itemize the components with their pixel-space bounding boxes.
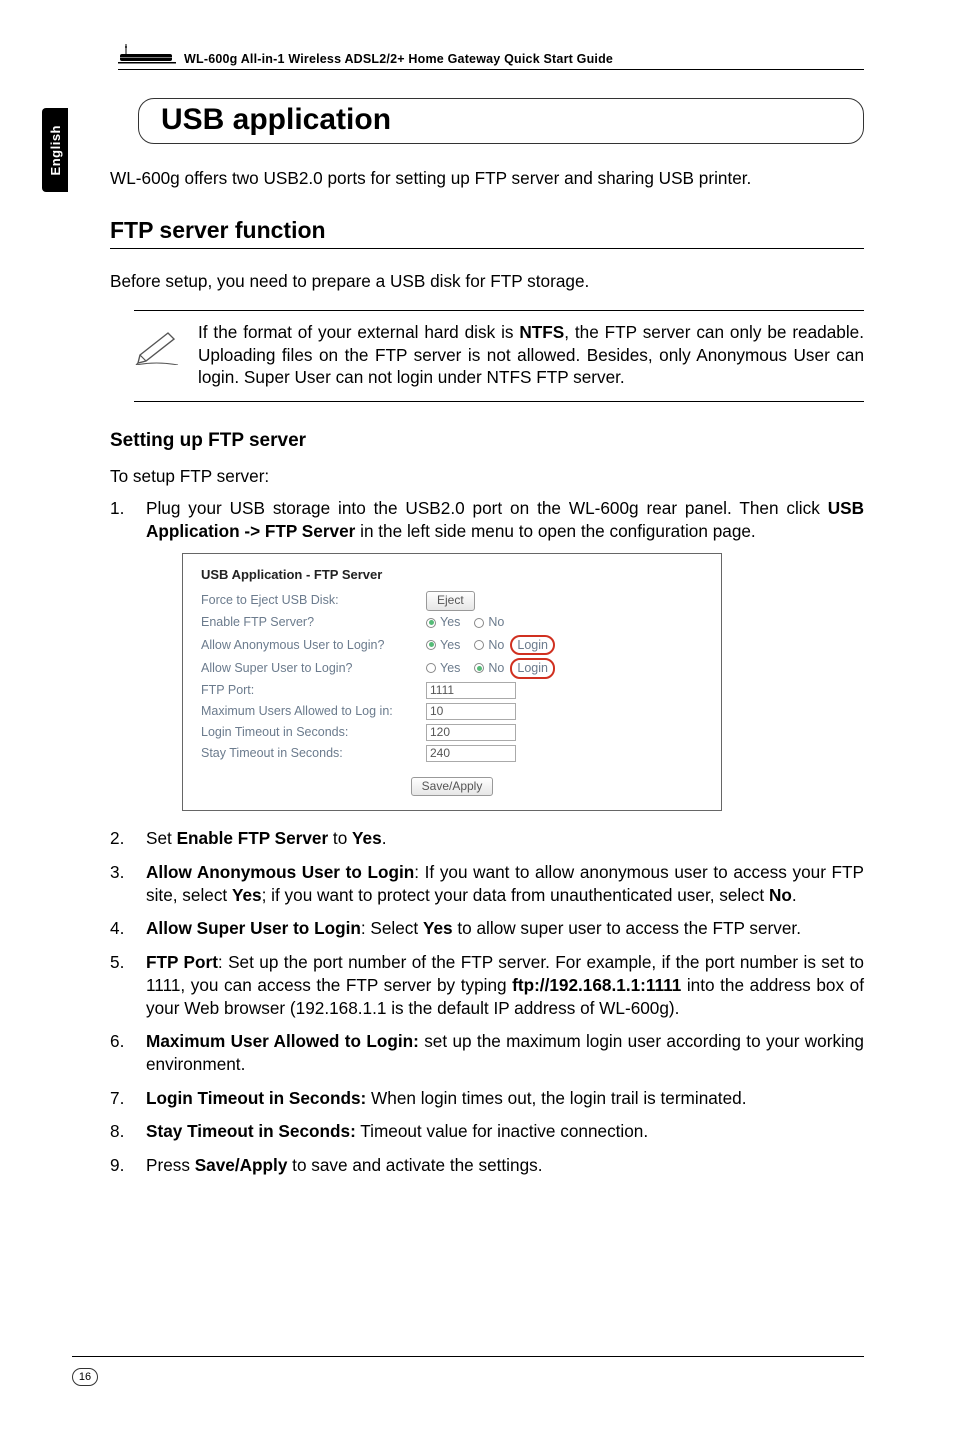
super-yes-label: Yes (440, 660, 460, 677)
s9-post: to save and activate the settings. (287, 1155, 542, 1175)
s8-post: Timeout value for inactive connection. (356, 1121, 648, 1141)
before-setup-text: Before setup, you need to prepare a USB … (110, 271, 864, 292)
note-pre: If the format of your external hard disk… (198, 322, 519, 342)
ftp-screenshot: USB Application - FTP Server Force to Ej… (182, 553, 722, 812)
super-yes-radio[interactable] (426, 663, 436, 673)
enable-no-radio[interactable] (474, 618, 484, 628)
s3-b3: No (769, 885, 792, 905)
super-no-label: No (488, 660, 504, 677)
save-apply-button[interactable]: Save/Apply (411, 777, 494, 797)
enable-yes-label: Yes (440, 614, 460, 631)
page-title: USB application (161, 103, 841, 137)
anon-yes-label: Yes (440, 637, 460, 654)
section-heading: FTP server function (110, 217, 864, 249)
login-timeout-input[interactable]: 120 (426, 724, 516, 741)
steps-list: Plug your USB storage into the USB2.0 po… (110, 497, 864, 1177)
to-setup-text: To setup FTP server: (110, 466, 864, 487)
ss-eject-label: Force to Eject USB Disk: (201, 592, 426, 609)
s4-post: to allow super user to access the FTP se… (453, 918, 801, 938)
s2-b2: Yes (352, 828, 382, 848)
enable-no-label: No (488, 614, 504, 631)
step-5: FTP Port: Set up the port number of the … (110, 951, 864, 1019)
step-9: Press Save/Apply to save and activate th… (110, 1154, 864, 1177)
ss-stay-to-label: Stay Timeout in Seconds: (201, 745, 426, 762)
step1-pre: Plug your USB storage into the USB2.0 po… (146, 498, 828, 518)
anon-no-radio[interactable] (474, 640, 484, 650)
login-highlight-1: Login (510, 635, 555, 656)
note-text: If the format of your external hard disk… (198, 321, 864, 389)
step-6: Maximum User Allowed to Login: set up th… (110, 1030, 864, 1075)
step-1: Plug your USB storage into the USB2.0 po… (110, 497, 864, 811)
step-2: Set Enable FTP Server to Yes. (110, 827, 864, 850)
header-doc-title: WL-600g All-in-1 Wireless ADSL2/2+ Home … (184, 52, 613, 66)
intro-text: WL-600g offers two USB2.0 ports for sett… (110, 168, 864, 189)
language-tab-label: English (48, 125, 63, 175)
page-header: WL-600g All-in-1 Wireless ADSL2/2+ Home … (118, 44, 864, 70)
step-7: Login Timeout in Seconds: When login tim… (110, 1087, 864, 1110)
s6-b1: Maximum User Allowed to Login: (146, 1031, 419, 1051)
s4-b1: Allow Super User to Login (146, 918, 361, 938)
s3-b2: Yes (232, 885, 262, 905)
language-tab: English (42, 108, 68, 192)
step-4: Allow Super User to Login: Select Yes to… (110, 917, 864, 940)
s2-post: . (382, 828, 387, 848)
step-8: Stay Timeout in Seconds: Timeout value f… (110, 1120, 864, 1143)
s7-post: When login times out, the login trail is… (366, 1088, 746, 1108)
ss-anon-label: Allow Anonymous User to Login? (201, 637, 426, 654)
step1-post: in the left side menu to open the config… (355, 521, 755, 541)
s4-m1: : Select (361, 918, 423, 938)
ss-super-label: Allow Super User to Login? (201, 660, 426, 677)
s4-b2: Yes (423, 918, 453, 938)
s3-m2: ; if you want to protect your data from … (262, 885, 769, 905)
anon-yes-radio[interactable] (426, 640, 436, 650)
s3-post: . (792, 885, 797, 905)
note-icon (134, 321, 180, 389)
s9-b1: Save/Apply (195, 1155, 288, 1175)
s5-b2: ftp://192.168.1.1:1111 (512, 975, 681, 995)
max-users-input[interactable]: 10 (426, 703, 516, 720)
title-box: USB application (138, 98, 864, 144)
stay-timeout-input[interactable]: 240 (426, 745, 516, 762)
s2-pre: Set (146, 828, 177, 848)
ftp-port-input[interactable]: 1111 (426, 682, 516, 699)
login-highlight-2: Login (510, 658, 555, 679)
anon-no-label: No (488, 637, 504, 654)
s7-b1: Login Timeout in Seconds: (146, 1088, 366, 1108)
page-footer: 16 (72, 1356, 864, 1386)
ss-port-label: FTP Port: (201, 682, 426, 699)
router-icon (118, 44, 178, 66)
page-number: 16 (72, 1368, 98, 1386)
s5-b1: FTP Port (146, 952, 218, 972)
s2-b1: Enable FTP Server (177, 828, 329, 848)
super-no-radio[interactable] (474, 663, 484, 673)
s9-pre: Press (146, 1155, 195, 1175)
s3-b1: Allow Anonymous User to Login (146, 862, 414, 882)
ss-title: USB Application - FTP Server (201, 566, 703, 583)
s8-b1: Stay Timeout in Seconds: (146, 1121, 356, 1141)
ss-login-to-label: Login Timeout in Seconds: (201, 724, 426, 741)
s2-mid: to (328, 828, 352, 848)
step-3: Allow Anonymous User to Login: If you wa… (110, 861, 864, 906)
note-block: If the format of your external hard disk… (134, 310, 864, 402)
eject-button[interactable]: Eject (426, 591, 475, 611)
enable-yes-radio[interactable] (426, 618, 436, 628)
sub-heading: Setting up FTP server (110, 430, 864, 452)
note-bold: NTFS (519, 322, 564, 342)
ss-enable-label: Enable FTP Server? (201, 614, 426, 631)
ss-max-label: Maximum Users Allowed to Log in: (201, 703, 426, 720)
